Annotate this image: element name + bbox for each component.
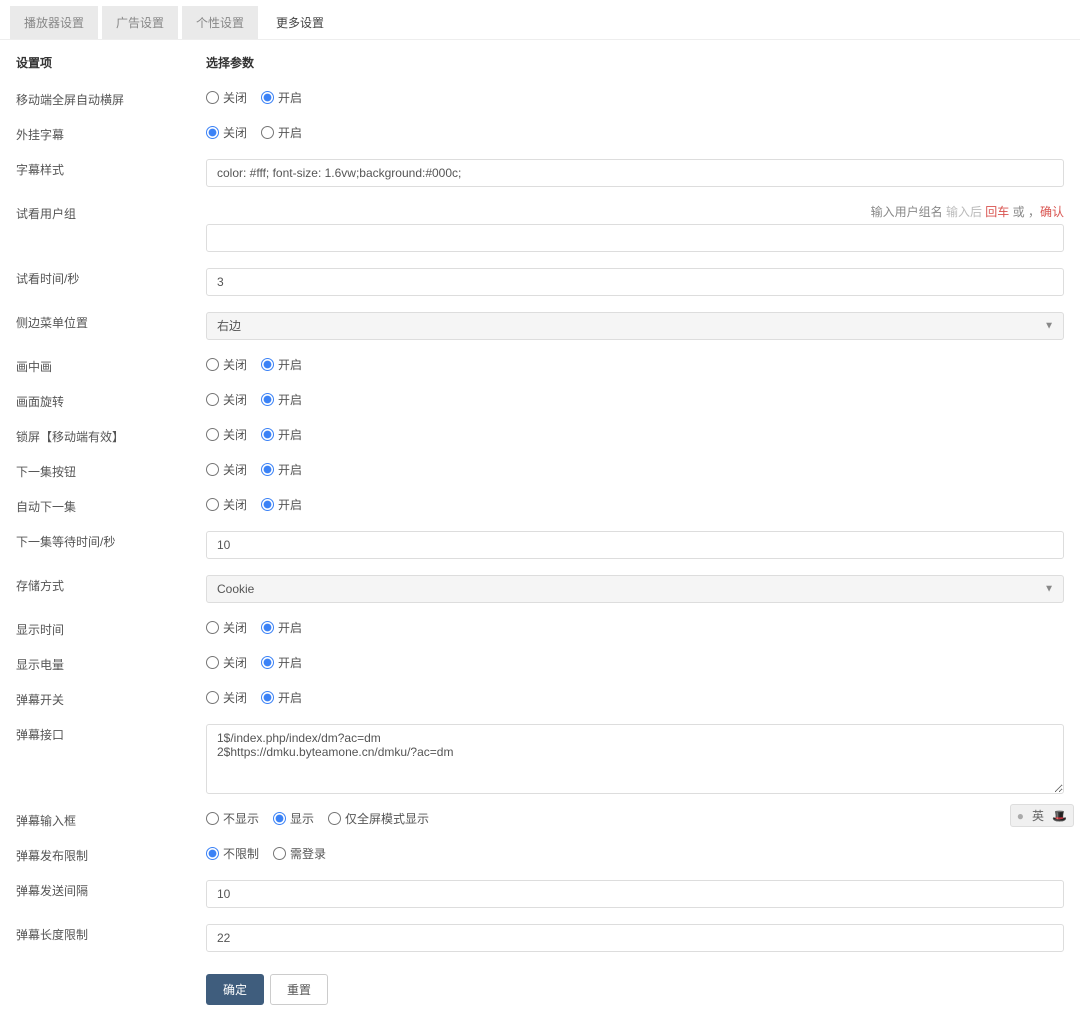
label-next-btn: 下一集按钮 [16,461,206,480]
label-sidebar-pos: 侧边菜单位置 [16,312,206,331]
label-danmu-api: 弹幕接口 [16,724,206,743]
sidebar-pos-select[interactable]: 右边 [206,312,1064,340]
next-btn-on[interactable]: 开启 [261,461,302,478]
label-rotate: 画面旋转 [16,391,206,410]
label-auto-next: 自动下一集 [16,496,206,515]
show-time-off[interactable]: 关闭 [206,619,247,636]
danmu-interval-input[interactable] [206,880,1064,908]
tab-bar: 播放器设置 广告设置 个性设置 更多设置 [0,0,1080,40]
danmu-switch-on[interactable]: 开启 [261,689,302,706]
danmu-length-input[interactable] [206,924,1064,952]
tab-more-settings[interactable]: 更多设置 [262,6,338,39]
label-ext-subtitle: 外挂字幕 [16,124,206,143]
pip-off[interactable]: 关闭 [206,356,247,373]
settings-form: 设置项 选择参数 移动端全屏自动横屏 关闭 开启 外挂字幕 关闭 开启 字幕样式… [0,40,1080,1027]
reset-button[interactable]: 重置 [270,974,328,1005]
label-danmu-input: 弹幕输入框 [16,810,206,829]
show-time-on[interactable]: 开启 [261,619,302,636]
trial-time-input[interactable] [206,268,1064,296]
confirm-button[interactable]: 确定 [206,974,264,1005]
ext-subtitle-off[interactable]: 关闭 [206,124,247,141]
label-danmu-post: 弹幕发布限制 [16,845,206,864]
mobile-fullscreen-off[interactable]: 关闭 [206,89,247,106]
show-battery-on[interactable]: 开启 [261,654,302,671]
table-header: 设置项 选择参数 [16,54,1064,81]
label-danmu-switch: 弹幕开关 [16,689,206,708]
lock-off[interactable]: 关闭 [206,426,247,443]
label-storage: 存储方式 [16,575,206,594]
trial-group-helper: 输入用户组名 输入后 回车 或 ，确认 [206,203,1064,220]
ime-indicator[interactable]: ● 英 🎩 [1010,804,1074,827]
pip-on[interactable]: 开启 [261,356,302,373]
next-wait-input[interactable] [206,531,1064,559]
danmu-input-fullscreen[interactable]: 仅全屏模式显示 [328,810,429,827]
auto-next-off[interactable]: 关闭 [206,496,247,513]
ext-subtitle-on[interactable]: 开启 [261,124,302,141]
danmu-input-hide[interactable]: 不显示 [206,810,259,827]
next-btn-off[interactable]: 关闭 [206,461,247,478]
danmu-post-nolimit[interactable]: 不限制 [206,845,259,862]
trial-group-input[interactable] [206,224,1064,252]
danmu-switch-off[interactable]: 关闭 [206,689,247,706]
label-mobile-fullscreen: 移动端全屏自动横屏 [16,89,206,108]
danmu-post-login[interactable]: 需登录 [273,845,326,862]
danmu-api-input[interactable] [206,724,1064,794]
label-show-battery: 显示电量 [16,654,206,673]
header-label: 设置项 [16,54,206,71]
label-show-time: 显示时间 [16,619,206,638]
show-battery-off[interactable]: 关闭 [206,654,247,671]
ime-hat-icon: 🎩 [1052,809,1067,823]
tab-personal-settings[interactable]: 个性设置 [182,6,258,39]
tab-ad-settings[interactable]: 广告设置 [102,6,178,39]
label-trial-time: 试看时间/秒 [16,268,206,287]
label-lock: 锁屏【移动端有效】 [16,426,206,445]
label-next-wait: 下一集等待时间/秒 [16,531,206,550]
label-danmu-interval: 弹幕发送间隔 [16,880,206,899]
ime-dot-icon: ● [1017,809,1024,823]
danmu-input-show[interactable]: 显示 [273,810,314,827]
storage-select[interactable]: Cookie [206,575,1064,603]
auto-next-on[interactable]: 开启 [261,496,302,513]
label-trial-group: 试看用户组 [16,203,206,222]
label-subtitle-style: 字幕样式 [16,159,206,178]
label-danmu-length: 弹幕长度限制 [16,924,206,943]
tab-player-settings[interactable]: 播放器设置 [10,6,98,39]
header-param: 选择参数 [206,54,1064,71]
lock-on[interactable]: 开启 [261,426,302,443]
mobile-fullscreen-on[interactable]: 开启 [261,89,302,106]
label-pip: 画中画 [16,356,206,375]
subtitle-style-input[interactable] [206,159,1064,187]
rotate-off[interactable]: 关闭 [206,391,247,408]
ime-lang: 英 [1032,807,1044,824]
rotate-on[interactable]: 开启 [261,391,302,408]
